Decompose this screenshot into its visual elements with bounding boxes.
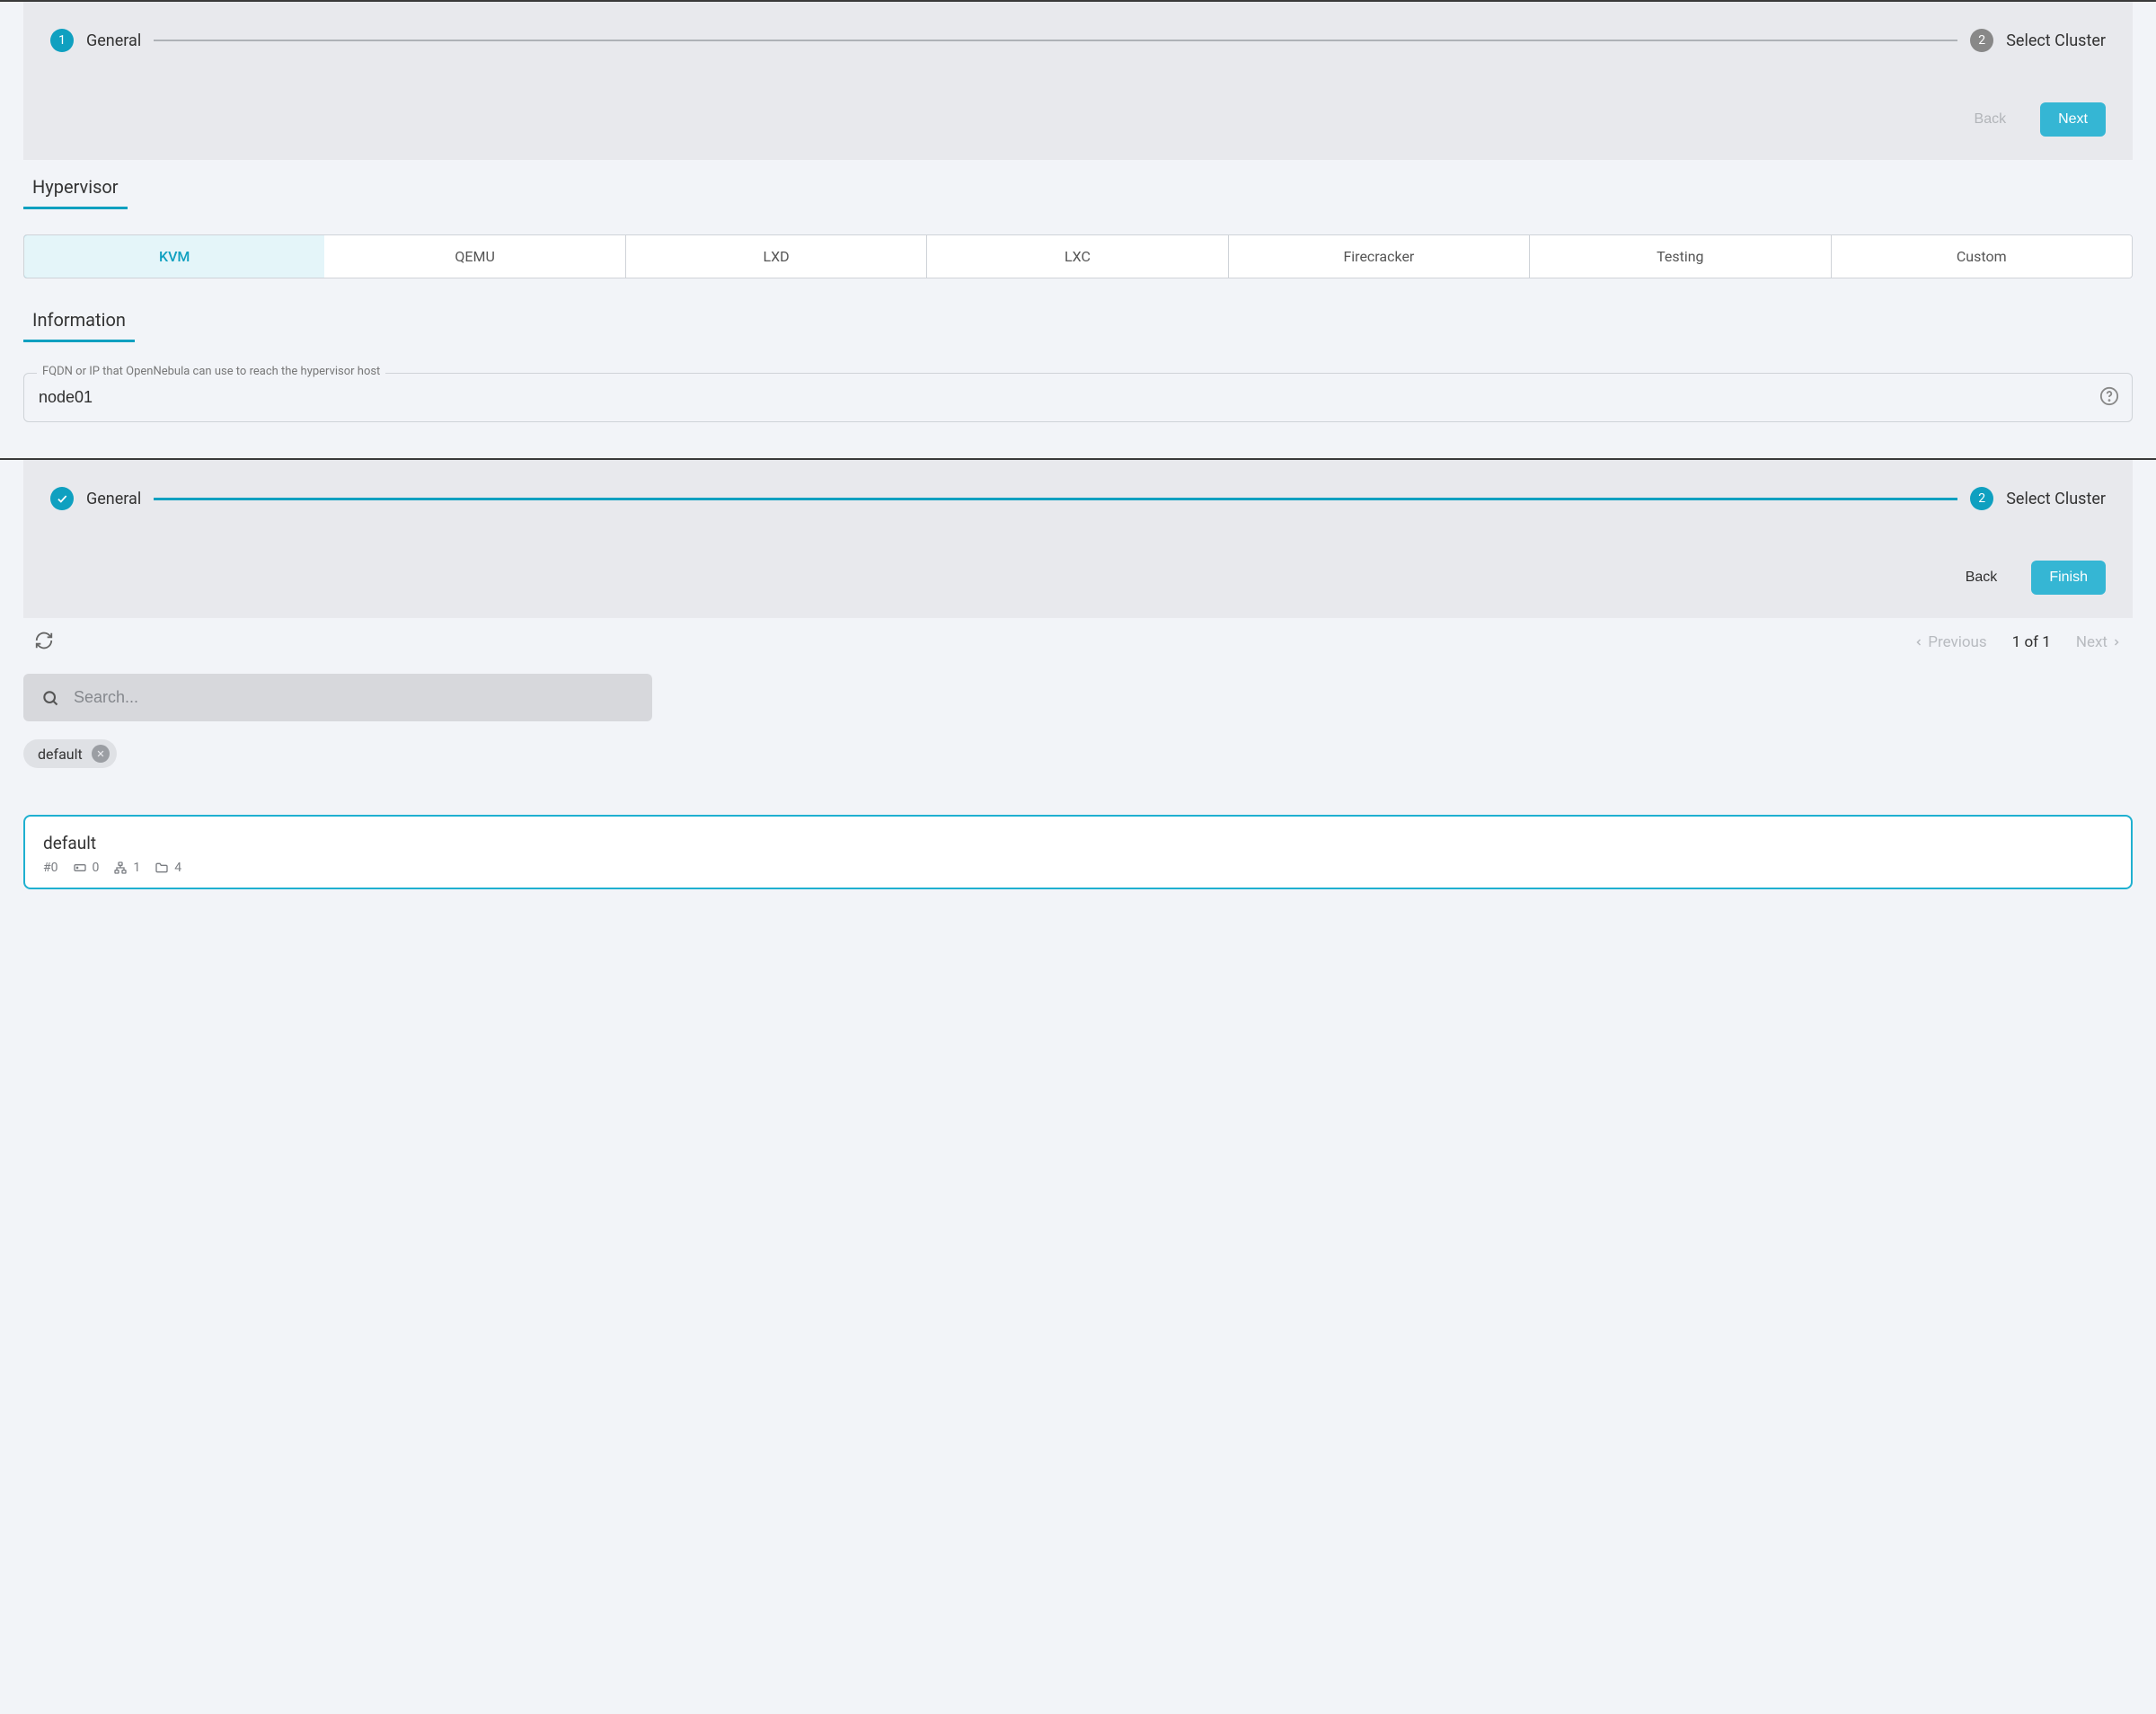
hypervisor-tab-testing[interactable]: Testing: [1530, 235, 1831, 278]
next-page[interactable]: Next: [2076, 633, 2122, 651]
step-content: Hypervisor KVM QEMU LXD LXC Firecracker …: [0, 160, 2156, 458]
pager: Previous 1 of 1 Next: [1913, 633, 2122, 651]
refresh-icon: [34, 631, 54, 650]
help-icon[interactable]: [2099, 386, 2119, 410]
chevron-left-icon: [1913, 637, 1924, 648]
step-badge-2: 2: [1970, 29, 1993, 52]
network-icon: [113, 861, 128, 875]
close-icon: [96, 749, 105, 758]
cluster-name: default: [43, 833, 2113, 853]
cluster-id: #0: [43, 861, 58, 875]
next-button[interactable]: Next: [2040, 102, 2106, 137]
chip-label: default: [38, 746, 83, 763]
section-information: Information: [23, 302, 135, 342]
cluster-meta: #0 0 1 4: [43, 861, 2113, 875]
host-field-label: FQDN or IP that OpenNebula can use to re…: [37, 365, 385, 378]
page-info: 1 of 1: [2012, 633, 2051, 651]
host-input[interactable]: [24, 374, 2132, 421]
step-badge-1: 1: [50, 29, 74, 52]
search-input[interactable]: [74, 688, 634, 707]
search-box[interactable]: [23, 674, 652, 721]
previous-page[interactable]: Previous: [1913, 633, 1986, 651]
wizard-buttons: Back Next: [50, 102, 2106, 137]
wizard-step-general: 1 General 2 Select Cluster Back Next Hyp…: [0, 0, 2156, 458]
step-label-general: General: [86, 490, 141, 508]
back-button[interactable]: Back: [1957, 102, 2025, 137]
step-label-general: General: [86, 31, 141, 50]
section-hypervisor: Hypervisor: [23, 169, 128, 209]
search-icon: [41, 689, 59, 707]
folders-count: 4: [174, 861, 181, 875]
step-label-select-cluster: Select Cluster: [2006, 31, 2106, 50]
disks-count: 0: [93, 861, 100, 875]
hypervisor-tab-kvm[interactable]: KVM: [23, 234, 325, 278]
next-label: Next: [2076, 633, 2107, 651]
hypervisor-tab-firecracker[interactable]: Firecracker: [1229, 235, 1530, 278]
stepper: 1 General 2 Select Cluster: [50, 29, 2106, 52]
filter-chip-default: default: [23, 739, 117, 768]
finish-button[interactable]: Finish: [2031, 561, 2106, 595]
wizard-header: General 2 Select Cluster Back Finish: [23, 460, 2133, 618]
disk-icon: [73, 861, 87, 875]
host-field: FQDN or IP that OpenNebula can use to re…: [23, 373, 2133, 422]
cluster-folders: 4: [155, 861, 181, 875]
wizard-header: 1 General 2 Select Cluster Back Next: [23, 2, 2133, 160]
check-icon: [56, 492, 68, 505]
step-badge-2: 2: [1970, 487, 1993, 510]
cluster-card-default[interactable]: default #0 0 1 4: [23, 815, 2133, 889]
cluster-disks: 0: [73, 861, 100, 875]
cluster-toolbar: Previous 1 of 1 Next: [0, 618, 2156, 654]
step-connector: [154, 498, 1957, 500]
back-button[interactable]: Back: [1948, 561, 2016, 595]
hypervisor-tab-qemu[interactable]: QEMU: [324, 235, 625, 278]
cluster-networks: 1: [113, 861, 140, 875]
step-label-select-cluster: Select Cluster: [2006, 490, 2106, 508]
hypervisor-tab-lxd[interactable]: LXD: [626, 235, 927, 278]
wizard-step-select-cluster: General 2 Select Cluster Back Finish Pre…: [0, 458, 2156, 889]
hypervisor-tab-lxc[interactable]: LXC: [927, 235, 1228, 278]
wizard-buttons: Back Finish: [50, 561, 2106, 595]
networks-count: 1: [133, 861, 140, 875]
refresh-button[interactable]: [34, 631, 54, 654]
hypervisor-tab-custom[interactable]: Custom: [1832, 235, 2132, 278]
stepper: General 2 Select Cluster: [50, 487, 2106, 510]
chip-remove[interactable]: [92, 745, 110, 763]
previous-label: Previous: [1928, 633, 1986, 651]
hypervisor-tabs: KVM QEMU LXD LXC Firecracker Testing Cus…: [23, 234, 2133, 278]
step-badge-1-done: [50, 487, 74, 510]
folder-icon: [155, 861, 169, 875]
step-connector: [154, 40, 1957, 41]
chevron-right-icon: [2111, 637, 2122, 648]
